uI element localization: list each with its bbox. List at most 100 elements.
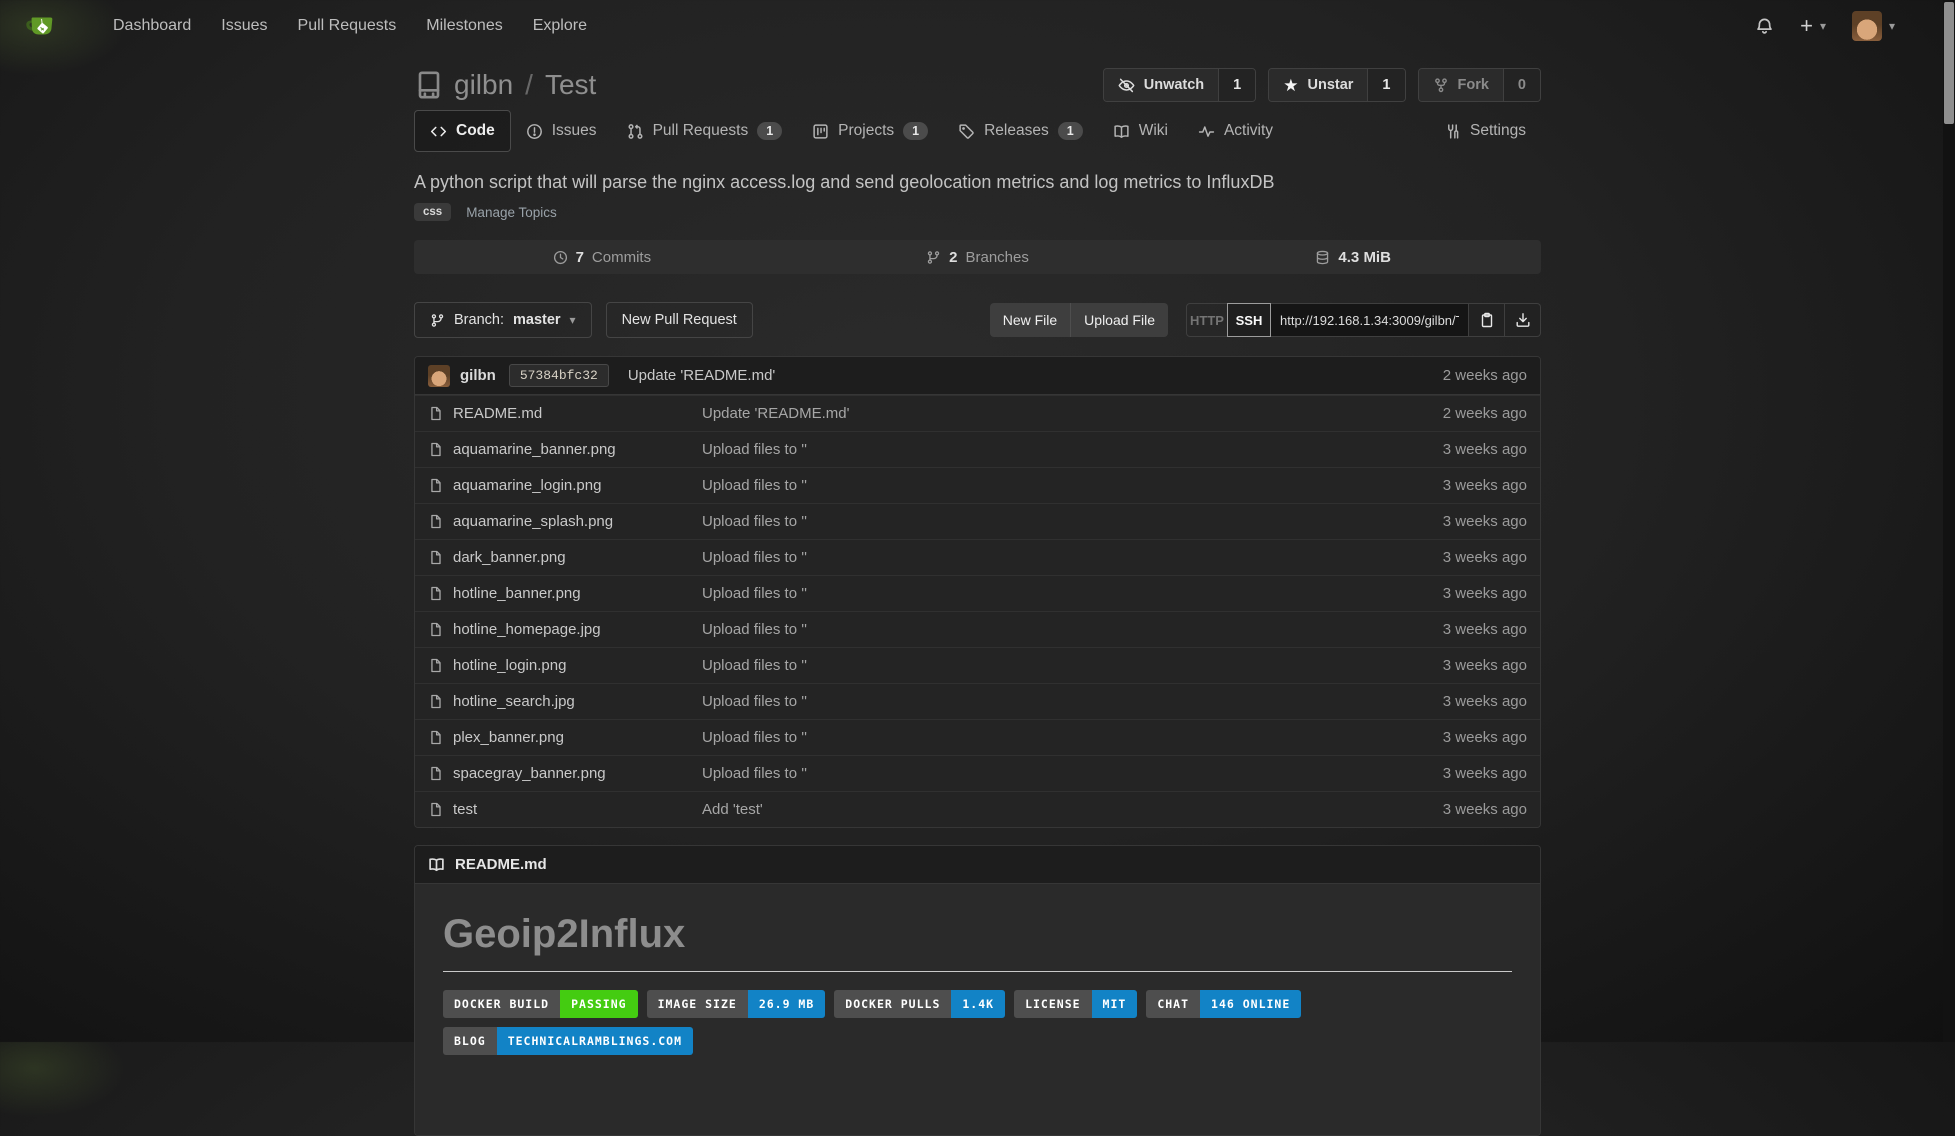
file-link[interactable]: README.md [453,405,542,422]
code-icon [430,123,447,140]
new-file-button[interactable]: New File [990,303,1070,337]
file-link[interactable]: hotline_banner.png [453,585,581,602]
file-commit-message-link[interactable]: Update 'README.md' [702,405,1357,422]
branch-selector[interactable]: Branch:master ▾ [414,302,592,338]
unwatch-button[interactable]: Unwatch [1104,69,1218,101]
readme-badge[interactable]: BLOG TECHNICALRAMBLINGS.COM [443,1027,693,1055]
unstar-button[interactable]: ★ Unstar [1269,69,1367,101]
http-protocol-button[interactable]: HTTP [1186,303,1228,337]
nav-pull-requests[interactable]: Pull Requests [283,0,412,52]
database-icon [1315,250,1330,265]
file-link[interactable]: aquamarine_banner.png [453,441,616,458]
file-link[interactable]: hotline_search.jpg [453,693,575,710]
file-link[interactable]: hotline_homepage.jpg [453,621,601,638]
file-link[interactable]: aquamarine_splash.png [453,513,613,530]
file-commit-message-link[interactable]: Upload files to '' [702,477,1357,494]
file-commit-message-link[interactable]: Add 'test' [702,801,1357,818]
topics-row: css Manage Topics [414,203,1541,221]
readme-badge[interactable]: DOCKER BUILD PASSING [443,990,638,1018]
code-toolbar: Branch:master ▾ New Pull Request New Fil… [414,302,1541,338]
topic-badge[interactable]: css [414,203,451,221]
file-link[interactable]: aquamarine_login.png [453,477,601,494]
tab-projects[interactable]: Projects 1 [797,111,943,151]
tab-wiki[interactable]: Wiki [1098,111,1183,151]
tab-pull-requests[interactable]: Pull Requests 1 [612,111,798,151]
file-icon [428,586,443,601]
repo-actions: Unwatch 1 ★ Unstar 1 Fork [1103,68,1541,102]
tab-code[interactable]: Code [414,110,511,152]
notifications-bell-icon[interactable] [1755,17,1774,36]
nav-milestones[interactable]: Milestones [411,0,517,52]
repo-owner-link[interactable]: gilbn [454,69,513,101]
tab-settings[interactable]: Settings [1429,111,1541,151]
manage-topics-link[interactable]: Manage Topics [466,205,557,220]
file-commit-message-link[interactable]: Upload files to '' [702,585,1357,602]
git-branch-icon [926,250,941,265]
file-commit-message-link[interactable]: Upload files to '' [702,621,1357,638]
nav-issues[interactable]: Issues [206,0,282,52]
file-icon [428,406,443,421]
commit-message-link[interactable]: Update 'README.md' [628,367,775,384]
commit-age: 2 weeks ago [1443,367,1527,384]
file-link[interactable]: spacegray_banner.png [453,765,606,782]
upload-file-button[interactable]: Upload File [1070,303,1168,337]
fork-count[interactable]: 0 [1503,69,1540,101]
clone-url-input[interactable] [1271,303,1469,337]
readme-badge[interactable]: LICENSE MIT [1014,990,1137,1018]
file-commit-message-link[interactable]: Upload files to '' [702,549,1357,566]
file-age: 3 weeks ago [1357,621,1527,638]
watch-count[interactable]: 1 [1218,69,1255,101]
commits-stat[interactable]: 7Commits [414,240,790,274]
chevron-down-icon: ▾ [570,313,576,327]
tab-issues[interactable]: Issues [511,111,612,151]
file-commit-message-link[interactable]: Upload files to '' [702,441,1357,458]
commit-hash-link[interactable]: 57384bfc32 [509,364,609,387]
avatar[interactable] [428,365,450,387]
badge-label: IMAGE SIZE [647,990,748,1018]
table-row: README.md Update 'README.md' 2 weeks ago [415,395,1540,431]
size-stat[interactable]: 4.3 MiB [1165,240,1541,274]
readme-header: README.md [415,846,1540,884]
fork-button[interactable]: Fork [1419,69,1503,101]
file-link[interactable]: plex_banner.png [453,729,564,746]
ssh-protocol-button[interactable]: SSH [1227,303,1271,337]
file-commit-message-link[interactable]: Upload files to '' [702,729,1357,746]
file-icon [428,442,443,457]
new-pull-request-button[interactable]: New Pull Request [606,302,753,338]
user-menu[interactable]: ▾ [1852,11,1895,41]
readme-badge[interactable]: IMAGE SIZE 26.9 MB [647,990,826,1018]
copy-clipboard-button[interactable] [1469,303,1505,337]
file-link[interactable]: dark_banner.png [453,549,566,566]
gitea-logo-icon[interactable] [24,9,58,43]
branches-stat[interactable]: 2Branches [790,240,1166,274]
table-row: hotline_banner.png Upload files to '' 3 … [415,575,1540,611]
file-commit-message-link[interactable]: Upload files to '' [702,657,1357,674]
scrollbar-track[interactable] [1943,0,1955,1042]
projects-count: 1 [903,122,928,140]
scrollbar-thumb[interactable] [1944,2,1954,124]
file-link[interactable]: test [453,801,477,818]
repo-name-link[interactable]: Test [545,69,596,101]
readme-badge[interactable]: CHAT 146 ONLINE [1146,990,1301,1018]
readme-badge[interactable]: DOCKER PULLS 1.4K [834,990,1005,1018]
commit-author-link[interactable]: gilbn [460,367,496,384]
tab-activity[interactable]: Activity [1183,111,1288,151]
tab-releases[interactable]: Releases 1 [943,111,1098,151]
download-button[interactable] [1505,303,1541,337]
clipboard-icon [1479,312,1495,328]
create-new-menu[interactable]: + ▾ [1800,15,1826,37]
file-link[interactable]: hotline_login.png [453,657,566,674]
table-row: spacegray_banner.png Upload files to '' … [415,755,1540,791]
file-name-cell: aquamarine_login.png [428,477,702,494]
star-count[interactable]: 1 [1367,69,1404,101]
file-commit-message-link[interactable]: Upload files to '' [702,513,1357,530]
file-commit-message-link[interactable]: Upload files to '' [702,693,1357,710]
nav-dashboard[interactable]: Dashboard [98,0,206,52]
file-icon [428,802,443,817]
releases-count: 1 [1058,122,1083,140]
nav-explore[interactable]: Explore [518,0,602,52]
settings-tools-icon [1444,123,1461,140]
file-commit-message-link[interactable]: Upload files to '' [702,765,1357,782]
table-row: aquamarine_banner.png Upload files to ''… [415,431,1540,467]
pull-request-icon [627,123,644,140]
